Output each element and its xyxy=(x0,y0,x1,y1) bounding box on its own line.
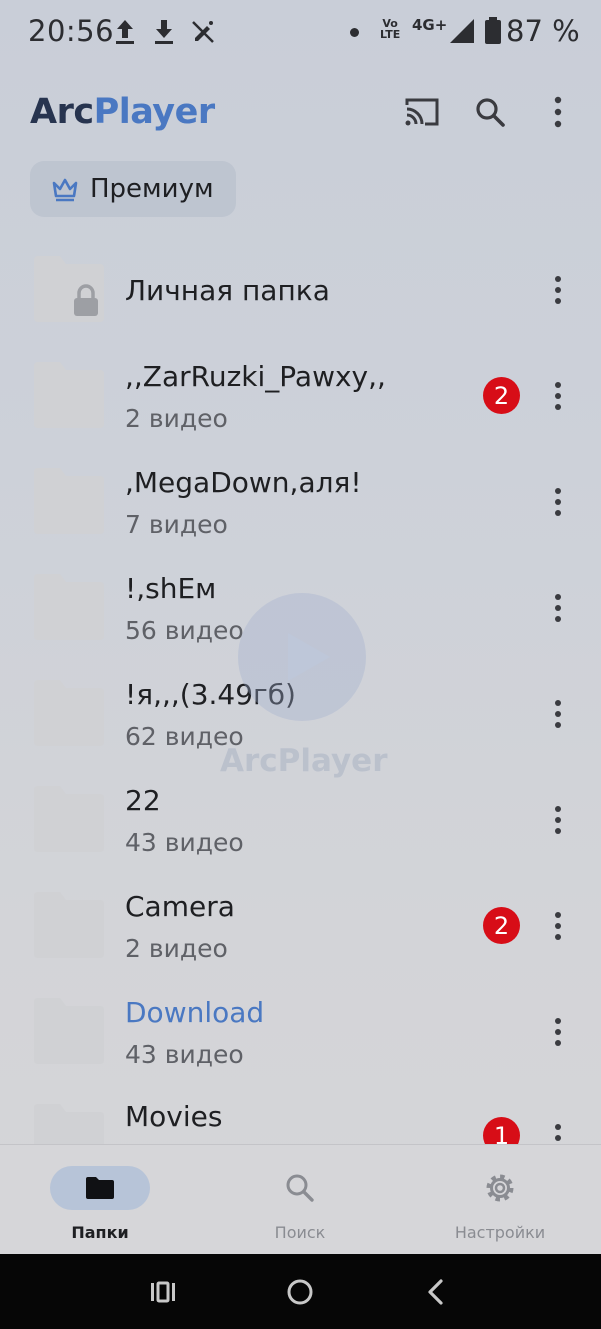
search-icon xyxy=(286,1174,314,1202)
notification-dot-icon xyxy=(350,28,359,37)
search-icon xyxy=(476,98,505,127)
folder-icon xyxy=(34,680,104,746)
folder-name: ,MegaDown,аля! xyxy=(125,466,362,499)
back-icon[interactable] xyxy=(418,1274,454,1310)
folder-icon xyxy=(34,998,104,1064)
recents-icon[interactable] xyxy=(145,1274,181,1310)
folder-row[interactable]: Movies 1 xyxy=(0,1086,601,1144)
more-vert-icon xyxy=(555,1018,561,1046)
folder-name: Download xyxy=(125,996,265,1029)
cast-button[interactable] xyxy=(400,90,444,134)
folder-name: Camera xyxy=(125,890,235,923)
folder-icon xyxy=(34,786,104,852)
folder-video-count: 2 видео xyxy=(125,934,228,963)
folder-video-count: 2 видео xyxy=(125,404,228,433)
folder-name: !,shЕм xyxy=(125,572,217,605)
locked-folder-icon xyxy=(34,256,104,322)
premium-label: Премиум xyxy=(90,174,214,204)
folder-row[interactable]: Download 43 видео xyxy=(0,980,601,1086)
folder-icon xyxy=(34,362,104,428)
download-icon xyxy=(155,20,173,44)
folder-row[interactable]: Личная папка xyxy=(0,238,601,344)
volte-bottom: LTE xyxy=(380,28,401,41)
folder-row[interactable]: !я,,,(3.49гб) 62 видео xyxy=(0,662,601,768)
overflow-menu-button[interactable] xyxy=(536,90,580,134)
folder-more-button[interactable] xyxy=(540,908,576,944)
home-icon[interactable] xyxy=(282,1274,318,1310)
folder-icon xyxy=(34,468,104,534)
folder-name: Movies xyxy=(125,1100,223,1133)
folder-more-button[interactable] xyxy=(540,590,576,626)
folder-list[interactable]: Личная папка ,,ZarRuzki_Pawxy,, 2 видео … xyxy=(0,238,601,1144)
more-vert-icon xyxy=(555,594,561,622)
folder-name: 22 xyxy=(125,784,161,817)
app-bar: ArcPlayer xyxy=(0,78,601,148)
folder-more-button[interactable] xyxy=(540,272,576,308)
battery-icon xyxy=(485,17,501,44)
folder-more-button[interactable] xyxy=(540,1014,576,1050)
nav-settings[interactable]: Настройки xyxy=(400,1163,600,1253)
new-videos-badge: 2 xyxy=(483,907,520,944)
folder-video-count: 43 видео xyxy=(125,828,244,857)
volte-label: Vo LTE xyxy=(380,18,400,40)
folder-more-button[interactable] xyxy=(540,378,576,414)
more-vert-icon xyxy=(555,382,561,410)
nav-label: Поиск xyxy=(274,1223,326,1242)
more-vert-icon xyxy=(555,912,561,940)
nav-folders[interactable]: Папки xyxy=(0,1163,200,1253)
logo-player: Player xyxy=(93,92,216,132)
folder-more-button[interactable] xyxy=(540,1120,576,1144)
new-videos-badge: 2 xyxy=(483,377,520,414)
folder-row[interactable]: !,shЕм 56 видео xyxy=(0,556,601,662)
bottom-navigation: Папки Поиск Настройки xyxy=(0,1144,601,1255)
folder-more-button[interactable] xyxy=(540,696,576,732)
search-button[interactable] xyxy=(468,90,512,134)
system-navigation-bar xyxy=(0,1254,601,1329)
folder-icon xyxy=(34,574,104,640)
more-vert-icon xyxy=(555,276,561,304)
folder-row[interactable]: ,MegaDown,аля! 7 видео xyxy=(0,450,601,556)
status-bar: 20:56 Vo LTE 4G+ 87 % xyxy=(0,0,601,64)
more-vert-icon xyxy=(554,96,562,128)
folder-row[interactable]: Camera 2 видео 2 xyxy=(0,874,601,980)
new-videos-badge: 1 xyxy=(483,1117,520,1144)
folder-video-count: 56 видео xyxy=(125,616,244,645)
premium-button[interactable]: Премиум xyxy=(30,161,236,217)
cast-icon xyxy=(405,98,439,126)
app-logo: ArcPlayer xyxy=(30,92,215,132)
network-type: 4G+ xyxy=(412,16,448,34)
crown-icon xyxy=(52,178,78,202)
more-vert-icon xyxy=(555,806,561,834)
folder-name: ,,ZarRuzki_Pawxy,, xyxy=(125,360,386,393)
upload-icon xyxy=(116,20,134,44)
folder-name: Личная папка xyxy=(125,274,330,307)
status-time: 20:56 xyxy=(28,14,115,48)
no-pen-icon xyxy=(192,21,214,43)
folder-row[interactable]: ,,ZarRuzki_Pawxy,, 2 видео 2 xyxy=(0,344,601,450)
nav-label: Папки xyxy=(71,1223,129,1242)
folder-more-button[interactable] xyxy=(540,484,576,520)
folder-icon xyxy=(86,1177,114,1199)
battery-percent: 87 % xyxy=(506,14,580,48)
more-vert-icon xyxy=(555,1124,561,1141)
folder-video-count: 7 видео xyxy=(125,510,228,539)
folder-name: !я,,,(3.49гб) xyxy=(125,678,296,711)
folder-icon xyxy=(34,892,104,958)
more-vert-icon xyxy=(555,700,561,728)
more-vert-icon xyxy=(555,488,561,516)
folder-video-count: 43 видео xyxy=(125,1040,244,1069)
folder-more-button[interactable] xyxy=(540,802,576,838)
folder-row[interactable]: 22 43 видео xyxy=(0,768,601,874)
nav-search[interactable]: Поиск xyxy=(200,1163,400,1253)
logo-arc: Arc xyxy=(30,92,94,132)
nav-label: Настройки xyxy=(454,1223,546,1242)
settings-gear-icon xyxy=(486,1174,514,1202)
folder-icon xyxy=(34,1104,104,1144)
signal-icon xyxy=(450,19,474,43)
folder-video-count: 62 видео xyxy=(125,722,244,751)
